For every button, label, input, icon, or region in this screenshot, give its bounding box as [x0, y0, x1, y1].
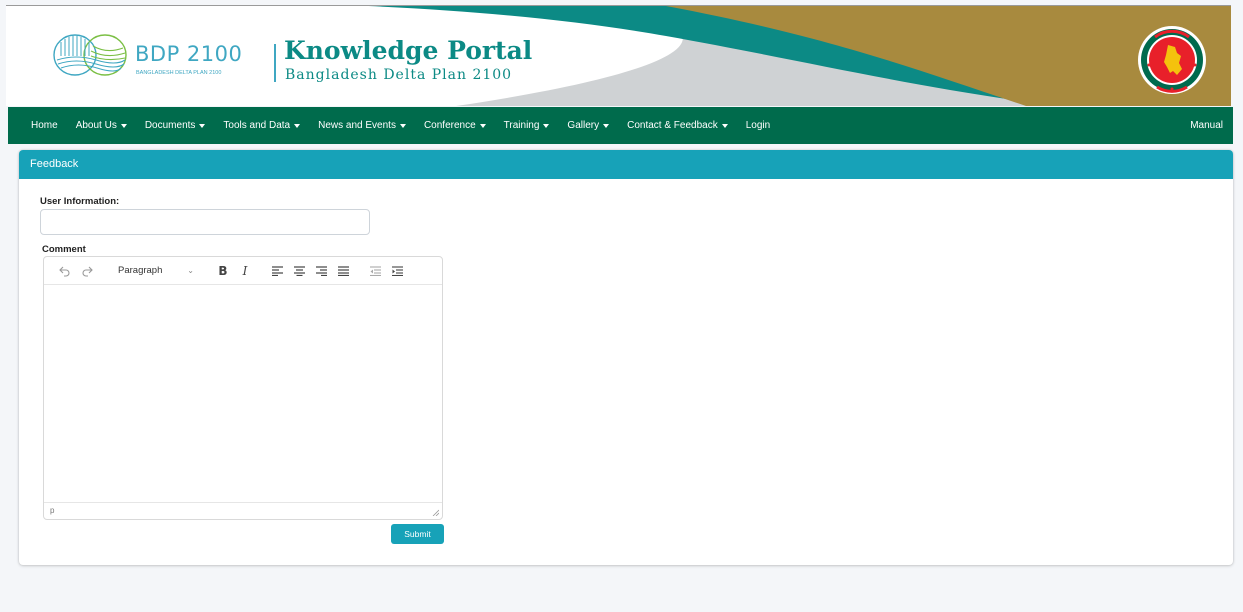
align-center-icon[interactable]	[288, 260, 310, 282]
caret-down-icon	[543, 123, 550, 128]
nav-label: Conference	[423, 120, 476, 131]
logo-title: BDP 2100	[135, 42, 243, 66]
nav-item-home[interactable]: Home	[8, 107, 67, 144]
nav-label: News and Events	[318, 120, 396, 131]
submit-button[interactable]: Submit	[391, 524, 444, 544]
user-information-input[interactable]	[40, 209, 370, 235]
caret-down-icon	[479, 123, 486, 128]
align-right-icon[interactable]	[310, 260, 332, 282]
nav-label: About Us	[75, 120, 117, 131]
resize-handle-icon[interactable]	[432, 509, 439, 516]
nav-item-gallery[interactable]: Gallery	[558, 107, 618, 144]
caret-down-icon	[120, 123, 127, 128]
caret-down-icon	[399, 123, 406, 128]
nav-item-news-and-events[interactable]: News and Events	[309, 107, 415, 144]
logo-subtitle: BANGLADESH DELTA PLAN 2100	[136, 70, 222, 76]
redo-icon[interactable]	[76, 260, 98, 282]
align-justify-icon[interactable]	[332, 260, 354, 282]
nav-label: Home	[31, 120, 58, 131]
nav-item-tools-and-data[interactable]: Tools and Data	[214, 107, 309, 144]
bold-button[interactable]: B	[212, 260, 234, 282]
portal-subtitle: Bangladesh Delta Plan 2100	[285, 67, 513, 83]
card-title: Feedback	[19, 150, 1233, 179]
nav-item-training[interactable]: Training	[495, 107, 559, 144]
nav-item-contact-feedback[interactable]: Contact & Feedback	[618, 107, 737, 144]
editor-status-bar: p	[44, 502, 442, 519]
nav-item-manual[interactable]: Manual	[1190, 120, 1233, 131]
caret-down-icon	[721, 123, 728, 128]
outdent-icon[interactable]	[364, 260, 386, 282]
nav-label: Training	[503, 120, 540, 131]
rich-text-editor: Paragraph ⌄ B I p	[43, 256, 443, 520]
nav-item-about-us[interactable]: About Us	[67, 107, 136, 144]
align-left-icon[interactable]	[266, 260, 288, 282]
nav-label: Tools and Data	[223, 120, 291, 131]
nav-item-documents[interactable]: Documents	[136, 107, 215, 144]
comment-label: Comment	[42, 244, 86, 255]
caret-down-icon	[603, 123, 610, 128]
italic-button[interactable]: I	[234, 260, 256, 282]
nav-item-login[interactable]: Login	[737, 107, 779, 144]
user-information-label: User Information:	[40, 196, 120, 207]
editor-toolbar: Paragraph ⌄ B I	[44, 257, 442, 285]
nav-label: Documents	[144, 120, 196, 131]
indent-icon[interactable]	[386, 260, 408, 282]
government-emblem-icon	[1138, 26, 1206, 94]
undo-icon[interactable]	[54, 260, 76, 282]
nav-label: Gallery	[567, 120, 600, 131]
nav-label: Contact & Feedback	[627, 120, 718, 131]
delta-logo-icon	[53, 34, 127, 76]
feedback-card: Feedback User Information: Comment Parag…	[19, 150, 1233, 565]
element-path[interactable]: p	[50, 506, 54, 515]
comment-editor-area[interactable]	[44, 286, 442, 503]
block-format-select[interactable]: Paragraph ⌄	[112, 260, 198, 282]
bold-icon: B	[218, 263, 228, 278]
caret-down-icon	[199, 123, 206, 128]
italic-icon: I	[242, 263, 248, 278]
bdp-logo[interactable]: BDP 2100 BANGLADESH DELTA PLAN 2100	[51, 32, 242, 84]
portal-title: Knowledge Portal	[284, 36, 533, 65]
caret-down-icon	[294, 123, 301, 128]
block-format-value: Paragraph	[118, 265, 163, 276]
chevron-down-icon: ⌄	[187, 266, 194, 275]
main-navbar: Home About Us Documents Tools and Data N…	[8, 107, 1233, 144]
nav-item-conference[interactable]: Conference	[415, 107, 495, 144]
nav-label: Login	[745, 120, 771, 131]
title-divider	[274, 44, 276, 82]
site-header: BDP 2100 BANGLADESH DELTA PLAN 2100 Know…	[6, 6, 1231, 106]
